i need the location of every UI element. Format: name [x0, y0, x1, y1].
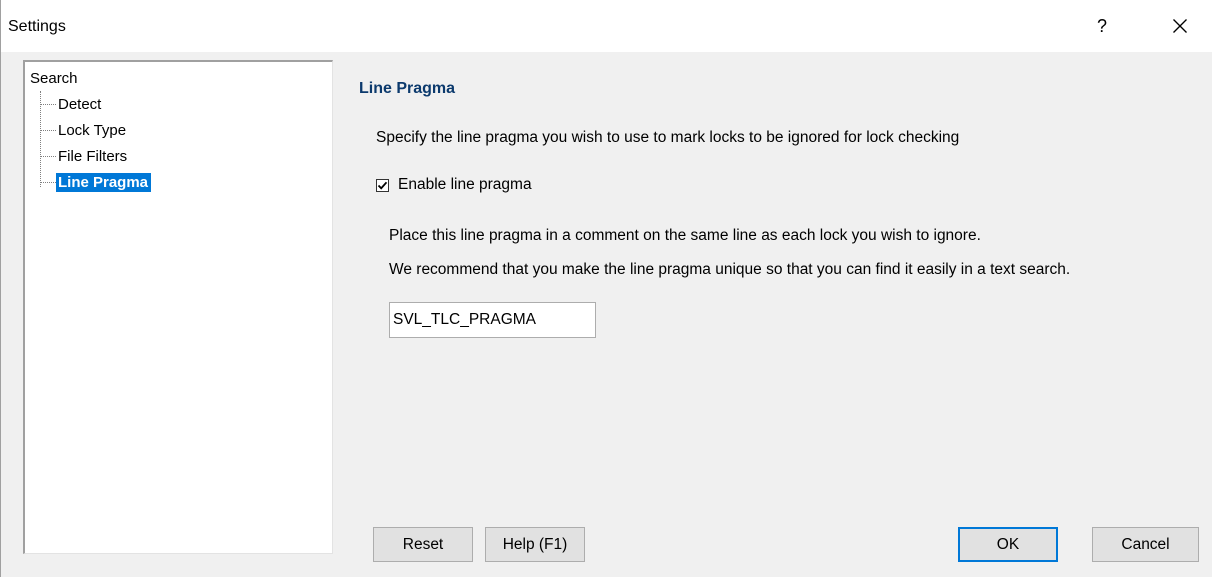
tree-item-label: Detect — [58, 95, 102, 113]
description-text: Specify the line pragma you wish to use … — [376, 129, 960, 146]
tree-item-search[interactable]: Search — [30, 70, 78, 87]
line-pragma-input[interactable] — [389, 302, 596, 338]
tree-item-detect[interactable]: Detect — [40, 93, 104, 115]
section-title: Line Pragma — [359, 80, 456, 97]
tree-item-lock-type[interactable]: Lock Type — [40, 119, 129, 141]
title-bar: Settings ? — [1, 0, 1212, 52]
tree-item-line-pragma[interactable]: Line Pragma — [40, 171, 152, 193]
help-icon: ? — [1096, 15, 1107, 36]
tree-item-label: Line Pragma — [56, 172, 152, 192]
cancel-button[interactable]: Cancel — [1092, 527, 1199, 562]
tree-item-label: Lock Type — [58, 121, 127, 139]
close-icon — [1173, 19, 1187, 33]
enable-line-pragma-checkbox[interactable]: Enable line pragma — [376, 176, 532, 194]
checkbox-label: Enable line pragma — [398, 176, 532, 193]
tree-item-file-filters[interactable]: File Filters — [40, 145, 130, 167]
checkbox-box[interactable] — [376, 178, 389, 192]
context-help-button[interactable]: ? — [1079, 6, 1125, 46]
tree-item-label: File Filters — [58, 147, 128, 165]
checkmark-icon — [377, 181, 388, 190]
reset-button[interactable]: Reset — [373, 527, 473, 562]
close-button[interactable] — [1157, 6, 1203, 46]
settings-dialog: Settings ? Search Detect Lock Type File … — [0, 0, 1212, 577]
help-button[interactable]: Help (F1) — [485, 527, 585, 562]
window-title: Settings — [8, 18, 66, 35]
info-text-line-2: We recommend that you make the line prag… — [389, 261, 1071, 278]
info-text-line-1: Place this line pragma in a comment on t… — [389, 227, 981, 244]
settings-tree[interactable]: Search Detect Lock Type File Filters Lin… — [23, 60, 333, 554]
ok-button[interactable]: OK — [958, 527, 1058, 562]
